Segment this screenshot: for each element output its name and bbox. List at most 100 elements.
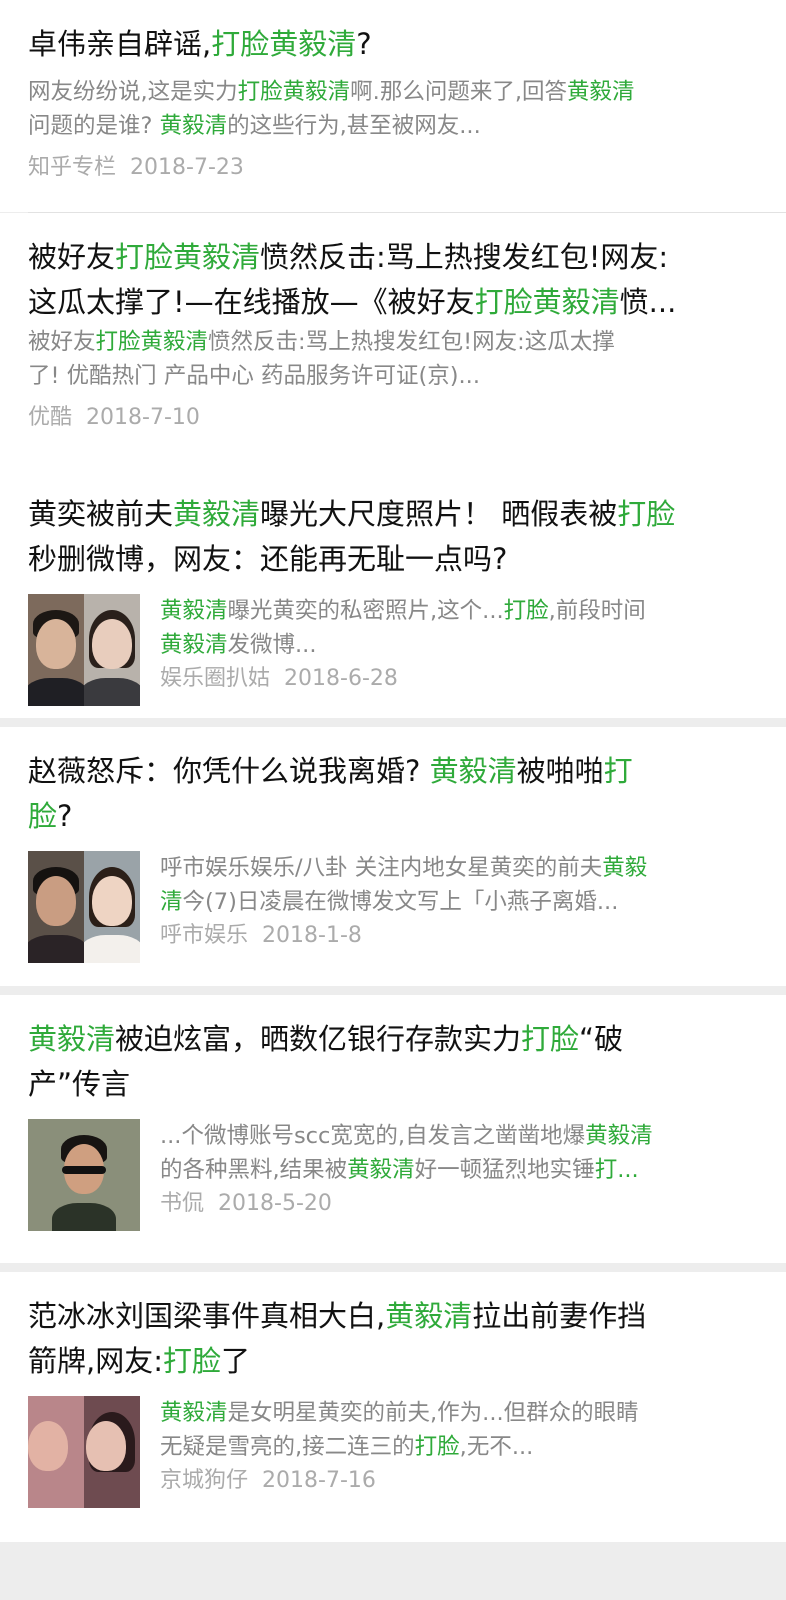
result-snippet-line-2: 的各种黑料,结果被黄毅清好一顿猛烈地实锤打...: [160, 1153, 758, 1187]
result-meta: 京城狗仔 2018-7-16: [160, 1464, 758, 1498]
result-title[interactable]: 卓伟亲自辟谣,打脸黄毅清?: [28, 22, 758, 67]
text-run: 的各种黑料,结果被: [160, 1157, 348, 1183]
result-card-1[interactable]: 卓伟亲自辟谣,打脸黄毅清? 网友纷纷说,这是实力打脸黄毅清啊.那么问题来了,回答…: [0, 0, 786, 212]
result-source: 娱乐圈扒姑: [160, 666, 271, 691]
result-snippet-line-2: 黄毅清发微博...: [160, 628, 758, 662]
result-title[interactable]: 赵薇怒斥：你凭什么说我离婚? 黄毅清被啪啪打: [28, 749, 758, 794]
result-thumbnail: [28, 1396, 140, 1508]
result-source: 优酷: [28, 405, 73, 430]
text-run: 箭牌,网友:: [28, 1344, 163, 1378]
keyword-highlight: 黄毅清: [385, 1299, 473, 1333]
result-snippet-line-2: 了! 优酷热门 产品中心 药品服务许可证(京)...: [28, 359, 758, 393]
result-meta: 书侃 2018-5-20: [160, 1187, 758, 1221]
text-run: 被迫炫富，晒数亿银行存款实力: [115, 1022, 522, 1056]
section-separator: [0, 1263, 786, 1272]
result-title-line-2[interactable]: 秒删微博，网友：还能再无耻一点吗?: [28, 537, 758, 582]
text-run: 赵薇怒斥：你凭什么说我离婚?: [28, 754, 430, 788]
result-meta: 娱乐圈扒姑 2018-6-28: [160, 662, 758, 696]
keyword-highlight: 黄毅清: [429, 754, 517, 788]
keyword-highlight: 打脸黄毅清: [237, 79, 351, 105]
result-snippet: 黄毅清是女明星黄奕的前夫,作为...但群众的眼睛: [160, 1396, 758, 1430]
text-run: 发微博...: [227, 632, 317, 658]
keyword-highlight: 打脸: [414, 1434, 460, 1460]
result-snippet: ...个微博账号scc宽宽的,自发言之凿凿地爆黄毅清: [160, 1119, 758, 1153]
result-meta: 知乎专栏 2018-7-23: [28, 151, 758, 185]
keyword-highlight: 打: [603, 754, 633, 788]
result-source: 京城狗仔: [160, 1468, 249, 1493]
text-run: 被啪啪: [516, 754, 604, 788]
result-title[interactable]: 黄奕被前夫黄毅清曝光大尺度照片！ 晒假表被打脸: [28, 492, 758, 537]
result-date: 2018-7-23: [130, 155, 244, 180]
result-card-3[interactable]: 黄奕被前夫黄毅清曝光大尺度照片！ 晒假表被打脸 秒删微博，网友：还能再无耻一点吗…: [0, 470, 786, 718]
result-title-line-2[interactable]: 这瓜太撑了!—在线播放—《被好友打脸黄毅清愤...: [28, 280, 758, 325]
keyword-highlight: 打脸黄毅清: [115, 240, 261, 274]
result-card-2[interactable]: 被好友打脸黄毅清愤然反击:骂上热搜发红包!网友: 这瓜太撑了!—在线播放—《被好…: [0, 213, 786, 470]
text-run: 这瓜太撑了!—在线播放—《被好友: [28, 285, 475, 319]
result-thumbnail: [28, 1119, 140, 1231]
text-run: 黄奕被前夫: [28, 497, 174, 531]
keyword-highlight: 黄毅清: [160, 598, 228, 624]
keyword-highlight: 脸: [28, 799, 58, 833]
result-date: 2018-1-8: [262, 923, 362, 948]
keyword-highlight: 打脸: [617, 497, 676, 531]
result-source: 知乎专栏: [28, 155, 117, 180]
text-run: 今(7)日凌晨在微博发文写上「小燕子离婚...: [182, 889, 619, 915]
text-run: 呼市娱乐娱乐/八卦 关注内地女星黄奕的前夫: [160, 855, 603, 881]
keyword-highlight: 黄毅清: [160, 632, 228, 658]
result-snippet-line-2: 问题的是谁? 黄毅清的这些行为,甚至被网友...: [28, 109, 758, 143]
text-run: 了: [221, 1344, 251, 1378]
search-results-list: 卓伟亲自辟谣,打脸黄毅清? 网友纷纷说,这是实力打脸黄毅清啊.那么问题来了,回答…: [0, 0, 786, 1542]
result-snippet: 网友纷纷说,这是实力打脸黄毅清啊.那么问题来了,回答黄毅清: [28, 75, 758, 109]
text-run: “破: [579, 1022, 624, 1056]
result-title[interactable]: 黄毅清被迫炫富，晒数亿银行存款实力打脸“破: [28, 1017, 758, 1062]
result-meta: 优酷 2018-7-10: [28, 401, 758, 435]
text-run: 拉出前妻作挡: [472, 1299, 647, 1333]
text-run: 产”传言: [28, 1067, 131, 1101]
text-run: 的这些行为,甚至被网友...: [227, 113, 481, 139]
keyword-highlight: 黄毅: [602, 855, 648, 881]
text-run: 卓伟亲自辟谣,: [28, 27, 212, 61]
keyword-highlight: 打脸: [521, 1022, 580, 1056]
result-snippet: 黄毅清曝光黄奕的私密照片,这个...打脸,前段时间: [160, 594, 758, 628]
result-source: 呼市娱乐: [160, 923, 249, 948]
keyword-highlight: 打脸黄毅清: [95, 329, 209, 355]
text-run: 愤然反击:骂上热搜发红包!网友:: [260, 240, 669, 274]
result-thumbnail: [28, 851, 140, 963]
text-run: 被好友: [28, 329, 96, 355]
result-thumbnail: [28, 594, 140, 706]
result-title-line-2[interactable]: 箭牌,网友:打脸了: [28, 1339, 758, 1384]
text-run: 网友纷纷说,这是实力: [28, 79, 238, 105]
result-title[interactable]: 被好友打脸黄毅清愤然反击:骂上热搜发红包!网友:: [28, 235, 758, 280]
keyword-highlight: 黄毅清: [566, 79, 635, 105]
text-run: 啊.那么问题来了,回答: [350, 79, 567, 105]
result-snippet-line-2: 无疑是雪亮的,接二连三的打脸,无不...: [160, 1430, 758, 1464]
text-run: ,无不...: [459, 1434, 534, 1460]
keyword-highlight: 打脸黄毅清: [474, 285, 620, 319]
text-run: ,前段时间: [548, 598, 646, 624]
keyword-highlight: 打脸: [163, 1344, 222, 1378]
result-date: 2018-6-28: [284, 666, 398, 691]
result-card-5[interactable]: 黄毅清被迫炫富，晒数亿银行存款实力打脸“破 产”传言 ...个微博账号scc宽宽…: [0, 995, 786, 1263]
result-snippet: 呼市娱乐娱乐/八卦 关注内地女星黄奕的前夫黄毅: [160, 851, 758, 885]
text-run: 范冰冰刘国梁事件真相大白,: [28, 1299, 386, 1333]
section-separator: [0, 986, 786, 995]
text-run: 了! 优酷热门 产品中心 药品服务许可证(京)...: [28, 363, 480, 389]
keyword-highlight: 黄毅清: [347, 1157, 415, 1183]
keyword-highlight: 黄毅清: [173, 497, 261, 531]
text-run: ...个微博账号scc宽宽的,自发言之凿凿地爆: [160, 1123, 586, 1149]
result-title-line-2[interactable]: 脸?: [28, 794, 758, 839]
keyword-highlight: 打脸黄毅清: [211, 27, 357, 61]
result-title[interactable]: 范冰冰刘国梁事件真相大白,黄毅清拉出前妻作挡: [28, 1294, 758, 1339]
text-run: 曝光黄奕的私密照片,这个...: [227, 598, 504, 624]
result-date: 2018-5-20: [218, 1191, 332, 1216]
keyword-highlight: 黄毅清: [28, 1022, 116, 1056]
keyword-highlight: 黄毅清: [159, 113, 228, 139]
text-run: 曝光大尺度照片！ 晒假表被: [260, 497, 618, 531]
result-card-6[interactable]: 范冰冰刘国梁事件真相大白,黄毅清拉出前妻作挡 箭牌,网友:打脸了 黄毅清是女明星…: [0, 1272, 786, 1542]
keyword-highlight: 黄毅清: [160, 1400, 228, 1426]
result-card-4[interactable]: 赵薇怒斥：你凭什么说我离婚? 黄毅清被啪啪打 脸? 呼市娱乐娱乐/八卦 关注内地…: [0, 727, 786, 986]
keyword-highlight: 打...: [594, 1157, 639, 1183]
result-title-line-2[interactable]: 产”传言: [28, 1062, 758, 1107]
text-run: 无疑是雪亮的,接二连三的: [160, 1434, 415, 1460]
text-run: 好一顿猛烈地实锤: [414, 1157, 595, 1183]
